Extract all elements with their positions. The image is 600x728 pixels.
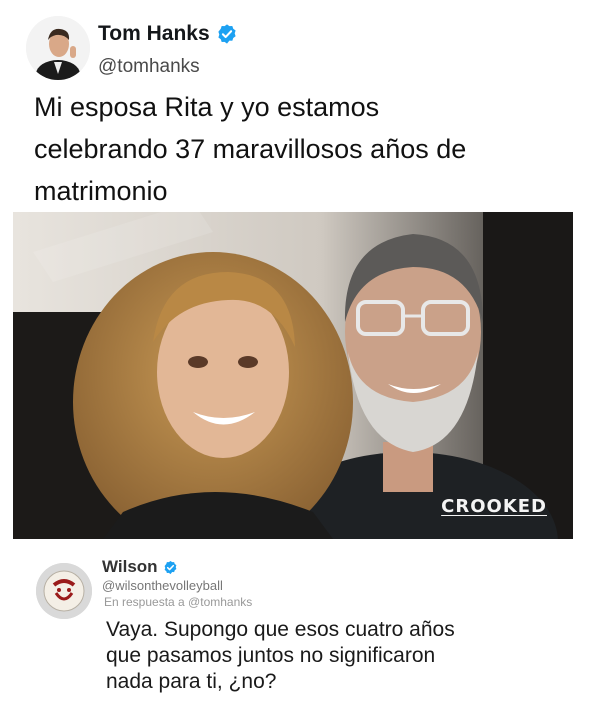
reply-avatar[interactable] — [36, 563, 92, 619]
reply-display-name[interactable]: Wilson — [102, 557, 158, 577]
reply-user-handle[interactable]: @wilsonthevolleyball — [102, 578, 223, 593]
user-handle[interactable]: @tomhanks — [98, 56, 200, 78]
couple-selfie-image — [13, 212, 573, 539]
reply-text: Vaya. Supongo que esos cuatro años que p… — [106, 618, 455, 693]
volleyball-avatar-image — [36, 563, 92, 619]
display-name[interactable]: Tom Hanks — [98, 22, 210, 46]
tweet-photo[interactable]: CROOKED — [13, 212, 573, 539]
avatar-image — [26, 16, 90, 80]
crooked-watermark-logo: CROOKED — [441, 496, 547, 517]
reply-context: En respuesta a @tomhanks — [104, 595, 253, 609]
verified-badge-icon — [164, 560, 176, 574]
tweet-card: Tom Hanks @tomhanks Mi esposa Rita y yo … — [0, 0, 600, 545]
avatar[interactable] — [26, 16, 90, 80]
reply-card: Wilson @wilsonthevolleyball En respuesta… — [0, 545, 600, 728]
tweet-text: Mi esposa Rita y yo estamos celebrando 3… — [34, 92, 467, 206]
verified-badge-icon — [218, 24, 236, 44]
